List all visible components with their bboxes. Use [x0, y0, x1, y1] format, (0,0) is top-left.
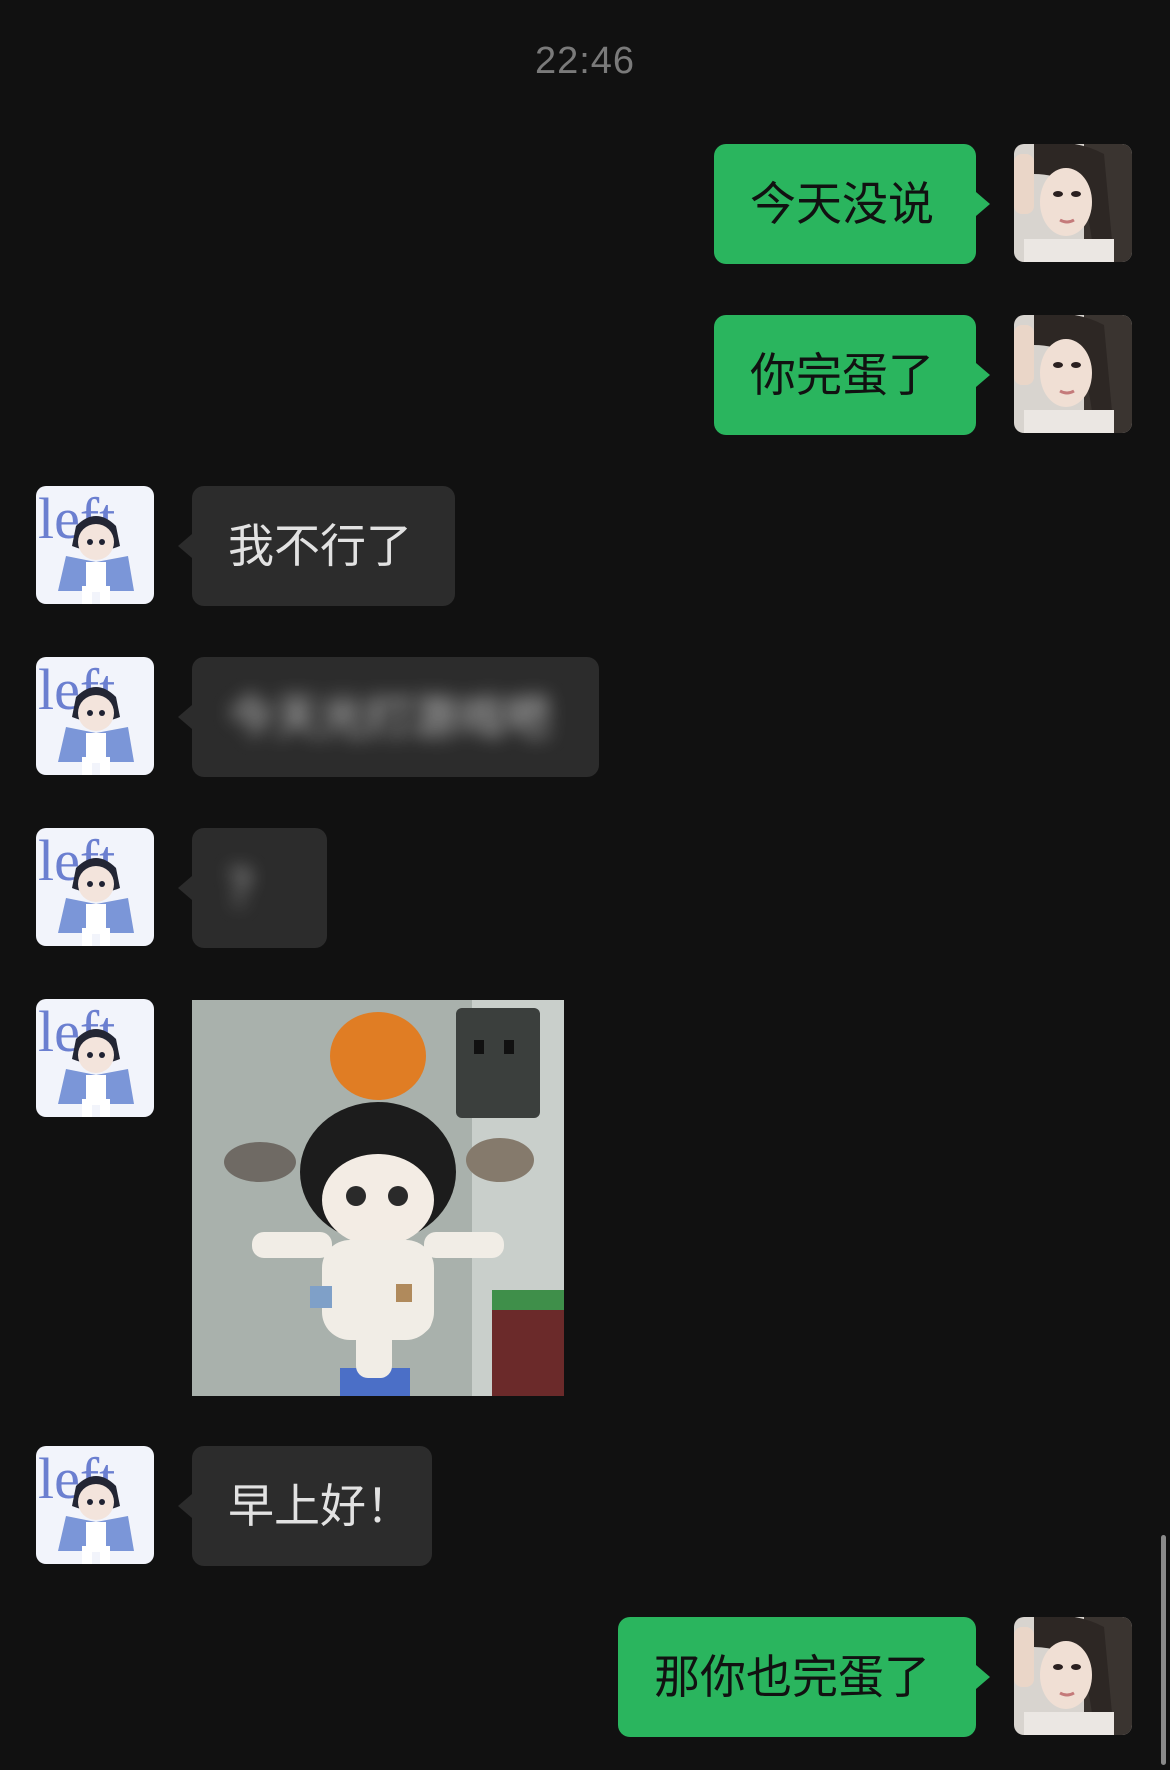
woman-portrait-avatar-icon	[1014, 144, 1132, 262]
anime-boy-avatar-icon	[36, 486, 154, 604]
message-text: 我不行了	[228, 519, 412, 573]
incoming-message-bubble-blurred[interactable]: ？	[178, 828, 327, 948]
outgoing-message-bubble[interactable]: 你完蛋了	[714, 315, 990, 435]
self-avatar[interactable]	[1014, 1617, 1132, 1735]
contact-avatar[interactable]	[36, 657, 154, 775]
anime-boy-avatar-icon	[36, 657, 154, 775]
outgoing-message-bubble[interactable]: 今天没说	[714, 144, 990, 264]
message-text: 那你也完蛋了	[654, 1650, 930, 1704]
message-text: 你完蛋了	[750, 348, 934, 402]
message-text: 今天光打游戏吧	[228, 690, 550, 744]
woman-portrait-avatar-icon	[1014, 315, 1132, 433]
self-avatar[interactable]	[1014, 144, 1132, 262]
anime-boy-avatar-icon	[36, 999, 154, 1117]
self-avatar[interactable]	[1014, 315, 1132, 433]
message-text: ？	[228, 861, 274, 915]
plush-doll-photo-icon	[192, 1000, 564, 1396]
contact-avatar[interactable]	[36, 486, 154, 604]
outgoing-message-bubble[interactable]: 那你也完蛋了	[618, 1617, 990, 1737]
image-message[interactable]	[192, 1000, 564, 1396]
woman-portrait-avatar-icon	[1014, 1617, 1132, 1735]
contact-avatar[interactable]	[36, 1446, 154, 1564]
message-text: 早上好！	[228, 1479, 412, 1533]
contact-avatar[interactable]	[36, 999, 154, 1117]
contact-avatar[interactable]	[36, 828, 154, 946]
message-text: 今天没说	[750, 177, 934, 231]
incoming-message-bubble[interactable]: 我不行了	[178, 486, 455, 606]
scrollbar[interactable]	[1161, 1535, 1166, 1765]
incoming-message-bubble[interactable]: 早上好！	[178, 1446, 432, 1566]
anime-boy-avatar-icon	[36, 1446, 154, 1564]
anime-boy-avatar-icon	[36, 828, 154, 946]
chat-timestamp: 22:46	[534, 40, 636, 82]
incoming-message-bubble-blurred[interactable]: 今天光打游戏吧	[178, 657, 599, 777]
